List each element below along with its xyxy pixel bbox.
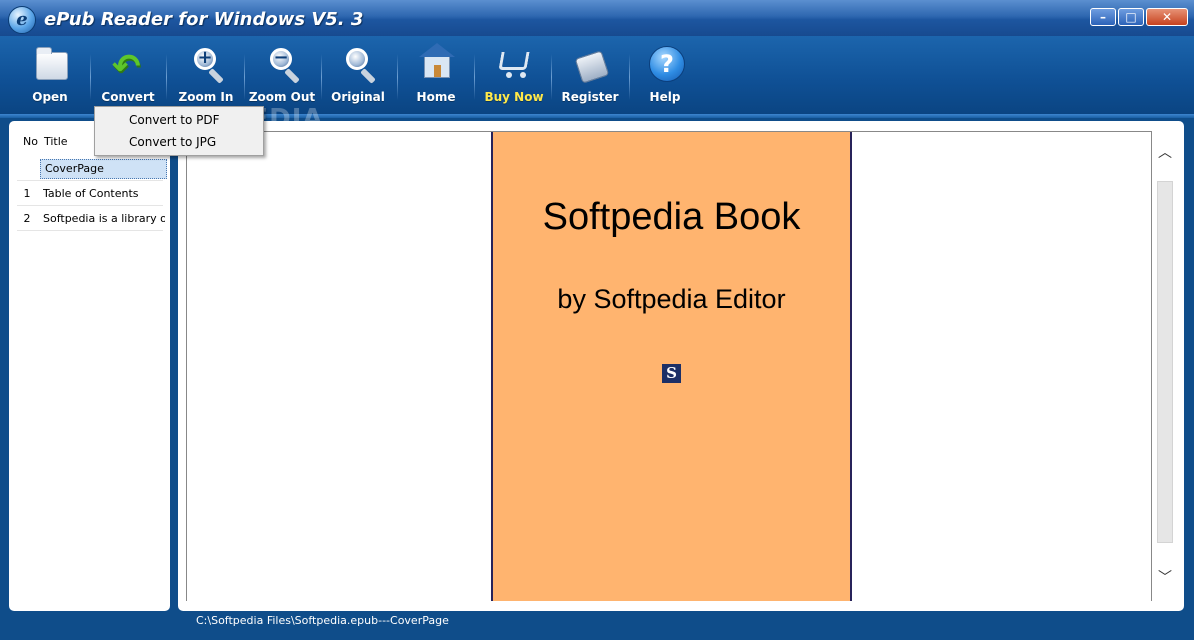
scroll-up-icon[interactable]: ︿: [1157, 145, 1173, 161]
help-button[interactable]: ? Help: [630, 46, 700, 110]
softpedia-logo-icon: S: [662, 364, 681, 383]
undo-arrow-icon: ↶: [112, 47, 141, 87]
toc-row-title: CoverPage: [40, 159, 167, 179]
register-button[interactable]: Register: [555, 46, 625, 110]
open-label: Open: [32, 90, 68, 104]
home-icon: [418, 43, 455, 82]
zoom-out-icon: −: [264, 46, 300, 84]
shopping-cart-icon: [496, 46, 532, 82]
menu-item-convert-to-pdf[interactable]: Convert to PDF: [96, 109, 262, 131]
zoom-in-icon: +: [188, 46, 224, 84]
convert-button[interactable]: ↶ Convert: [93, 46, 163, 110]
maximize-button[interactable]: □: [1118, 8, 1144, 26]
cover-author: by Softpedia Editor: [557, 284, 786, 314]
scroll-thumb[interactable]: [1157, 181, 1173, 543]
status-bar: C:\Softpedia Files\Softpedia.epub---Cove…: [0, 611, 1194, 640]
cover-title: Softpedia Book: [542, 196, 801, 238]
app-window: e ePub Reader for Windows V5. 3 – □ ✕ Op…: [0, 0, 1194, 640]
toc-row-title: Softpedia is a library of c: [43, 212, 165, 225]
folder-icon: [32, 46, 68, 82]
reader-panel: Softpedia Book by Softpedia Editor S ︿ ﹀: [178, 121, 1184, 611]
help-label: Help: [649, 90, 681, 104]
home-label: Home: [416, 90, 456, 104]
open-button[interactable]: Open: [15, 46, 85, 110]
toc-row-title: Table of Contents: [43, 187, 139, 200]
window-controls: – □ ✕: [1090, 8, 1188, 26]
close-button[interactable]: ✕: [1146, 8, 1188, 26]
convert-menu: Convert to PDF Convert to JPG: [94, 106, 264, 156]
convert-label: Convert: [101, 90, 155, 104]
register-device-icon: [572, 46, 610, 84]
buy-now-button[interactable]: Buy Now: [479, 46, 549, 110]
zoom-in-button[interactable]: + Zoom In: [171, 46, 241, 110]
toc-row-number: 2: [23, 212, 31, 225]
help-icon: ?: [647, 46, 685, 82]
magnifier-icon: [340, 46, 376, 84]
minimize-button[interactable]: –: [1090, 8, 1116, 26]
column-header-title[interactable]: Title: [44, 135, 68, 148]
column-header-no[interactable]: No: [23, 135, 38, 148]
toc-row-number: 1: [23, 187, 31, 200]
window-title: ePub Reader for Windows V5. 3: [44, 9, 364, 30]
toc-row-softpedia[interactable]: 2 Softpedia is a library of c: [17, 206, 165, 231]
toc-row-coverpage[interactable]: CoverPage: [17, 156, 167, 181]
toc-row-table-of-contents[interactable]: 1 Table of Contents: [17, 181, 163, 206]
home-button[interactable]: Home: [401, 43, 471, 110]
original-label: Original: [331, 90, 385, 104]
menu-item-convert-to-jpg[interactable]: Convert to JPG: [96, 131, 262, 153]
book-cover: Softpedia Book by Softpedia Editor S: [491, 132, 852, 601]
status-path: C:\Softpedia Files\Softpedia.epub---Cove…: [196, 614, 449, 627]
zoom-out-button[interactable]: − Zoom Out: [247, 46, 317, 110]
toc-panel: No Title CoverPage 1 Table of Contents 2…: [9, 121, 170, 611]
app-logo-icon: e: [8, 6, 36, 34]
title-bar: e ePub Reader for Windows V5. 3 – □ ✕: [0, 0, 1194, 36]
original-button[interactable]: Original: [323, 46, 393, 110]
scroll-down-icon[interactable]: ﹀: [1157, 570, 1173, 586]
vertical-scrollbar[interactable]: ︿ ﹀: [1157, 133, 1173, 601]
